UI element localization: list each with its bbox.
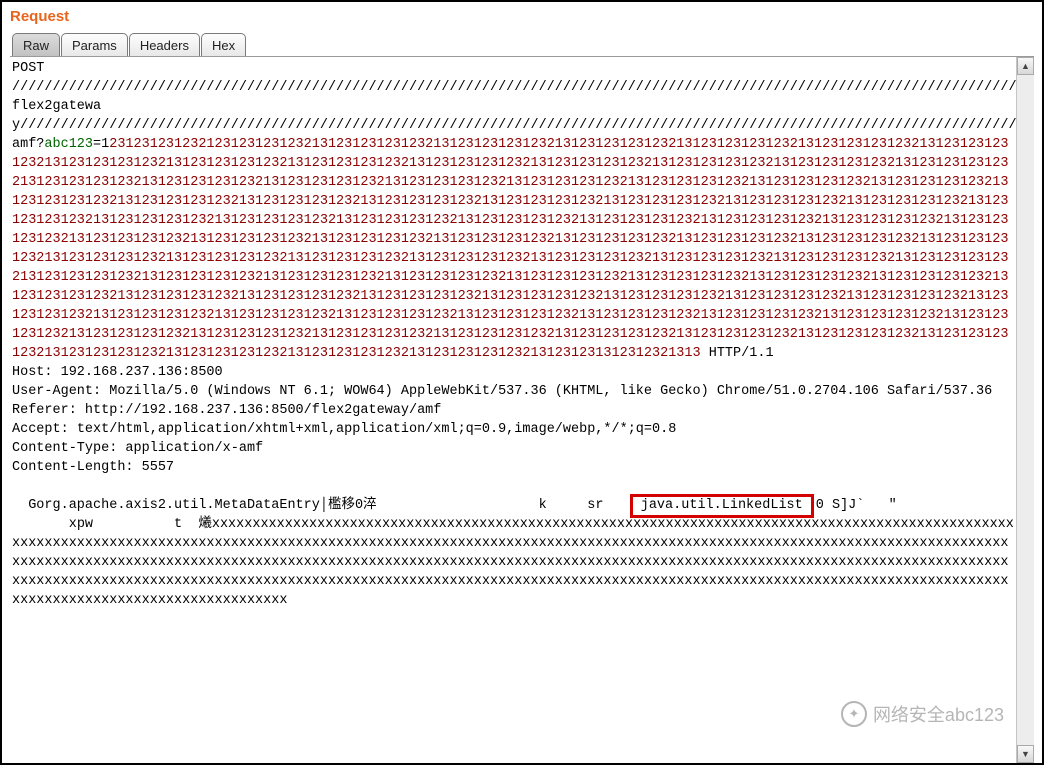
header-user-agent: Mozilla/5.0 (Windows NT 6.1; WOW64) Appl… bbox=[109, 384, 992, 399]
header-content-type: application/x-amf bbox=[125, 441, 263, 456]
body-frag: Gorg.apache.axis2.util.MetaDataEntry│檻移0… bbox=[12, 498, 377, 513]
tab-raw[interactable]: Raw bbox=[12, 33, 60, 56]
http-version: HTTP/1.1 bbox=[709, 346, 774, 361]
query-value-blob: 2312312312321231231231232131231231231232… bbox=[12, 137, 1008, 361]
raw-request-view[interactable]: POST ///////////////////////////////////… bbox=[10, 57, 1016, 763]
tab-headers[interactable]: Headers bbox=[129, 33, 200, 56]
header-host: 192.168.237.136:8500 bbox=[61, 365, 223, 380]
scroll-up-button[interactable]: ▲ bbox=[1017, 57, 1034, 75]
header-referer: http://192.168.237.136:8500/flex2gateway… bbox=[85, 403, 441, 418]
query-eq: =1 bbox=[93, 137, 109, 152]
method: POST bbox=[12, 61, 44, 76]
tab-params[interactable]: Params bbox=[61, 33, 128, 56]
highlighted-classname: java.util.LinkedList bbox=[630, 494, 814, 518]
vertical-scrollbar[interactable]: ▲ ▼ bbox=[1016, 57, 1034, 763]
header-accept: text/html,application/xhtml+xml,applicat… bbox=[77, 422, 677, 437]
url-slashes: ////////////////////////////////////////… bbox=[20, 118, 1016, 133]
tab-hex[interactable]: Hex bbox=[201, 33, 246, 56]
tab-bar: Raw Params Headers Hex bbox=[12, 33, 1034, 56]
query-key: abc123 bbox=[44, 137, 93, 152]
scroll-down-button[interactable]: ▼ bbox=[1017, 745, 1034, 763]
url-slashes: ////////////////////////////////////////… bbox=[12, 80, 1016, 95]
header-content-length: 5557 bbox=[142, 460, 174, 475]
url-amf: amf? bbox=[12, 137, 44, 152]
panel-title: Request bbox=[10, 8, 1034, 25]
request-text[interactable]: POST ///////////////////////////////////… bbox=[10, 59, 1014, 610]
